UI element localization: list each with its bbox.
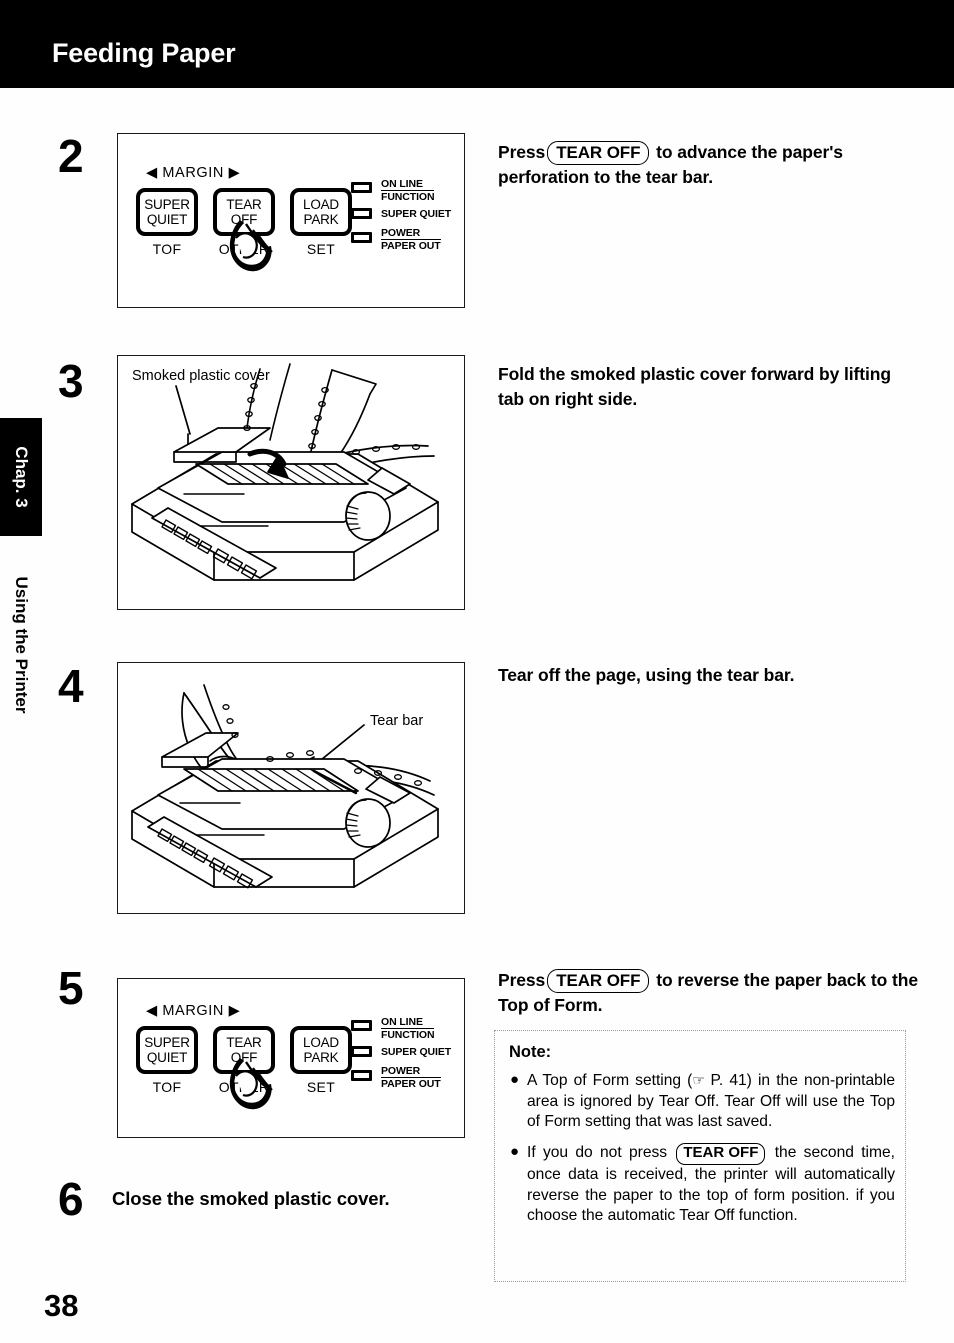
step-number-2: 2 [58, 130, 84, 182]
button-sub-set: SET [306, 241, 336, 257]
led-super-quiet [351, 208, 372, 219]
hand-pointer-icon [229, 220, 273, 272]
led-label-power-paper-out: POWER PAPER OUT [381, 227, 441, 253]
button-super-quiet-line1: SUPER [144, 196, 190, 212]
note-bullet-2-part1: If you do not press [527, 1144, 668, 1162]
bullet-dot-icon-2: ● [510, 1143, 520, 1161]
step-6-instruction: Close the smoked plastic cover. [112, 1188, 390, 1209]
note-box: Note: ● A Top of Form setting (☞ P. 41) i… [494, 1030, 906, 1282]
hand-pointer-icon-2 [229, 1058, 273, 1110]
led-label-super-quiet-text-2: SUPER QUIET [381, 1046, 452, 1058]
keycap-tear-off-step2[interactable]: TEAR OFF [547, 141, 650, 166]
note-title: Note: [509, 1043, 552, 1061]
button-tear-off-line1: TEAR [226, 196, 262, 212]
button-load-park-2-line1: LOAD [303, 1034, 339, 1050]
step-5-instruction: Press TEAR OFF to reverse the paper back … [498, 968, 918, 1018]
figure-label-tear-bar: Tear bar [370, 713, 424, 729]
led-label-online-function: ON LINE FUNCTION [381, 178, 435, 204]
step-2-instruction: Press TEAR OFF to advance the paper's per… [498, 140, 918, 190]
led-label-paper-out: PAPER OUT [381, 240, 441, 253]
button-sub-tof: TOF [152, 241, 182, 257]
led-super-quiet-2 [351, 1046, 372, 1057]
led-label-super-quiet-text: SUPER QUIET [381, 208, 452, 220]
step-5-lead: Press [498, 970, 546, 990]
step-number-3: 3 [58, 355, 84, 407]
led-label-function-2: FUNCTION [381, 1029, 435, 1042]
button-load-park-2-line2: PARK [303, 1050, 339, 1065]
keycap-tear-off-note[interactable]: TEAR OFF [676, 1143, 766, 1165]
button-load-park-2[interactable]: LOAD PARK [290, 1026, 352, 1074]
led-label-power-paper-out-2: POWER PAPER OUT [381, 1065, 441, 1091]
chapter-tab: Chap. 3 [0, 418, 42, 536]
printer-illustration-tear-bar [131, 684, 439, 889]
figure-step-4-printer: Tear bar [117, 662, 465, 914]
led-label-function: FUNCTION [381, 191, 435, 204]
led-online-function [351, 182, 372, 193]
chapter-name-label: Using the Printer [12, 576, 31, 714]
led-online-function-2 [351, 1020, 372, 1031]
step-number-5: 5 [58, 962, 84, 1014]
led-label-power-2: POWER [381, 1065, 441, 1079]
printer-illustration-smoked-cover [131, 363, 439, 581]
note-bullet-2: ● If you do not press TEAR OFF the second… [509, 1143, 895, 1227]
note-bullet-list: ● A Top of Form setting (☞ P. 41) in the … [509, 1071, 895, 1227]
figure-step-2-control-panel: ◀ MARGIN ▶ SUPER QUIET TEAR OFF LOAD PAR… [117, 133, 465, 308]
led-label-super-quiet: SUPER QUIET [381, 208, 451, 220]
step-3-instruction: Fold the smoked plastic cover forward by… [498, 364, 891, 409]
led-label-online-2: ON LINE [381, 1016, 435, 1030]
led-label-paper-out-2: PAPER OUT [381, 1078, 441, 1091]
page-title: Feeding Paper [52, 38, 236, 68]
button-sub-set-2: SET [306, 1079, 336, 1095]
button-tear-off-2-line1: TEAR [226, 1034, 262, 1050]
step-number-6: 6 [58, 1173, 84, 1225]
led-label-online: ON LINE [381, 178, 435, 192]
control-panel-diagram-2: ◀ MARGIN ▶ SUPER QUIET TEAR OFF LOAD PAR… [118, 979, 464, 1137]
button-super-quiet-2[interactable]: SUPER QUIET [136, 1026, 198, 1074]
step-number-4: 4 [58, 660, 84, 712]
chapter-name-vertical: Using the Printer [8, 560, 34, 730]
led-label-power: POWER [381, 227, 441, 241]
led-label-online-function-2: ON LINE FUNCTION [381, 1016, 435, 1042]
page-number: 38 [44, 1288, 79, 1323]
button-super-quiet-2-line1: SUPER [144, 1034, 190, 1050]
note-bullet-1: ● A Top of Form setting (☞ P. 41) in the … [509, 1071, 895, 1133]
step-2-lead: Press [498, 142, 546, 162]
button-super-quiet-line2: QUIET [146, 212, 188, 227]
button-load-park[interactable]: LOAD PARK [290, 188, 352, 236]
button-load-park-line2: PARK [303, 212, 339, 227]
button-super-quiet[interactable]: SUPER QUIET [136, 188, 198, 236]
keycap-tear-off-step5[interactable]: TEAR OFF [547, 969, 650, 994]
led-power-paper-out-2 [351, 1070, 372, 1081]
button-sub-tof-2: TOF [152, 1079, 182, 1095]
chapter-tab-label: Chap. 3 [12, 446, 31, 508]
bullet-dot-icon-1: ● [510, 1071, 520, 1088]
margin-label: ◀ MARGIN ▶ [146, 165, 241, 181]
led-label-super-quiet-2: SUPER QUIET [381, 1046, 451, 1058]
step-4-instruction: Tear off the page, using the tear bar. [498, 665, 795, 685]
figure-label-smoked-plastic-cover: Smoked plastic cover [132, 368, 270, 384]
note-bullet-1-part1: A Top of Form setting ( [527, 1072, 693, 1089]
button-super-quiet-2-line2: QUIET [146, 1050, 188, 1065]
figure-step-3-printer: Smoked plastic cover [117, 355, 465, 610]
figure-step-5-control-panel: ◀ MARGIN ▶ SUPER QUIET TEAR OFF LOAD PAR… [117, 978, 465, 1138]
led-power-paper-out [351, 232, 372, 243]
pointing-hand-icon: ☞ [692, 1072, 705, 1088]
control-panel-diagram: ◀ MARGIN ▶ SUPER QUIET TEAR OFF LOAD PAR… [118, 134, 464, 307]
margin-label-2: ◀ MARGIN ▶ [146, 1003, 241, 1019]
button-load-park-line1: LOAD [303, 196, 339, 212]
